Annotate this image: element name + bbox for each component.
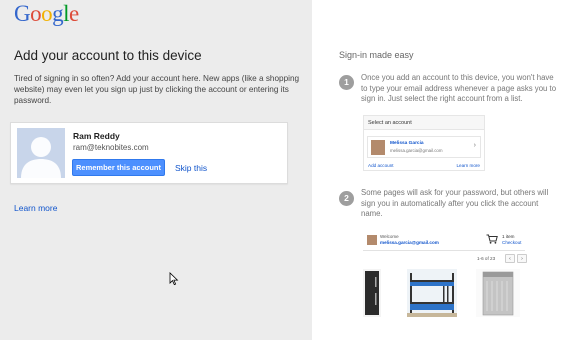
shop-avatar	[367, 235, 377, 245]
shop-email: melissa.garcia@gmail.com	[380, 240, 439, 245]
avatar	[17, 128, 65, 178]
skip-link[interactable]: Skip this	[175, 163, 207, 173]
preview-email: melissa.garcia@gmail.com	[390, 148, 443, 153]
learn-more-link[interactable]: Learn more	[14, 203, 57, 213]
shop-preview: Welcome melissa.garcia@gmail.com 1 item …	[363, 231, 527, 321]
preview-heading: Select an account	[364, 116, 484, 130]
page-description: Tired of signing in so often? Add your a…	[14, 74, 300, 105]
product-image-bunk-bed	[407, 269, 457, 317]
logo-letter: o	[41, 1, 53, 26]
default-avatar-icon	[17, 128, 65, 178]
pager-text: 1-6 of 23	[477, 256, 496, 261]
step-1-number: 1	[339, 75, 354, 90]
logo-letter: e	[69, 1, 79, 26]
divider	[363, 250, 525, 251]
account-email: ram@teknobites.com	[73, 143, 149, 152]
mouse-cursor-icon	[169, 272, 179, 286]
checkout-link: Checkout	[502, 240, 522, 245]
shop-header: Welcome melissa.garcia@gmail.com 1 item …	[363, 231, 525, 249]
shop-welcome: Welcome	[380, 234, 399, 239]
cart-count: 1 item	[502, 234, 515, 239]
preview-account-row: Melissa Garcia melissa.garcia@gmail.com …	[367, 136, 481, 158]
google-logo: Google	[14, 1, 79, 27]
step-2-number: 2	[339, 191, 354, 206]
product-image-dishwasher	[476, 269, 520, 317]
logo-letter: g	[52, 1, 64, 26]
cart-icon	[486, 234, 498, 244]
step-2-text: Some pages will ask for your password, b…	[361, 188, 549, 218]
remember-account-button[interactable]: Remember this account	[72, 159, 165, 176]
step-1-text: Once you add an account to this device, …	[361, 73, 557, 103]
preview-name: Melissa Garcia	[390, 141, 424, 146]
account-chooser-preview: Select an account Melissa Garcia melissa…	[363, 115, 485, 171]
account-card: Ram Reddy ram@teknobites.com Remember th…	[10, 122, 288, 184]
left-panel: Google Add your account to this device T…	[0, 0, 312, 340]
chevron-right-icon: ›	[473, 142, 476, 149]
preview-avatar	[371, 140, 385, 155]
product-image-fridge	[363, 269, 381, 317]
logo-letter: o	[30, 1, 42, 26]
right-panel: Sign-in made easy 1 Once you add an acco…	[312, 0, 570, 340]
preview-learn-more: Learn more	[456, 163, 481, 168]
info-title: Sign-in made easy	[339, 50, 414, 60]
preview-add-account: Add account	[368, 163, 394, 168]
next-page-icon: ›	[517, 254, 527, 263]
account-name: Ram Reddy	[73, 131, 120, 141]
page-title: Add your account to this device	[14, 48, 202, 63]
logo-letter: G	[14, 1, 31, 26]
prev-page-icon: ‹	[505, 254, 515, 263]
